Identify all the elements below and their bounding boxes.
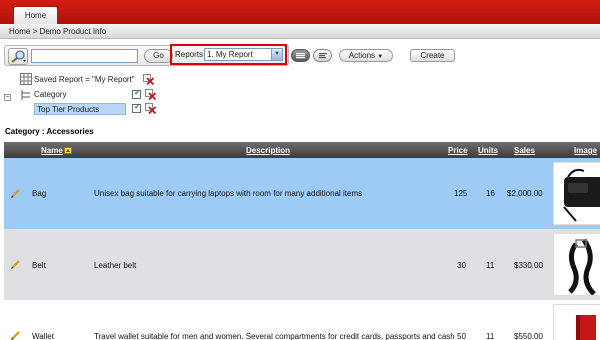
category-filter-label: Category	[34, 90, 67, 99]
cell-sales: $550.00	[514, 332, 543, 340]
cell-description: Travel wallet suitable for men and women…	[94, 332, 455, 340]
cell-name: Bag	[32, 189, 47, 198]
cell-name: Wallet	[32, 332, 54, 340]
go-button[interactable]: Go	[144, 49, 173, 63]
actions-label: Actions	[348, 51, 376, 60]
reports-selector: Reports 1. My Report ▼	[170, 44, 287, 65]
wallet-image	[576, 315, 596, 340]
cell-sales: $2,000.00	[507, 189, 543, 198]
search-input[interactable]	[31, 49, 138, 63]
cell-price: 30	[457, 261, 466, 270]
collapse-toggle[interactable]: −	[4, 94, 11, 101]
column-header-units[interactable]: Units	[478, 146, 498, 155]
top-banner	[0, 0, 600, 24]
reports-selected-value: 1. My Report	[207, 50, 253, 59]
reports-label: Reports	[175, 50, 204, 59]
product-image-belt[interactable]	[553, 233, 600, 296]
reports-select[interactable]: 1. My Report ▼	[204, 48, 283, 61]
column-header-sales[interactable]: Sales	[514, 146, 535, 155]
actions-button[interactable]: Actions ▼	[339, 49, 393, 62]
edit-icon[interactable]	[10, 259, 21, 270]
top-tier-filter-checkbox[interactable]	[132, 102, 141, 113]
column-header-name[interactable]: Name	[41, 146, 72, 155]
product-image-wallet[interactable]	[553, 304, 600, 340]
table-row[interactable]: Bag Unisex bag suitable for carrying lap…	[4, 158, 600, 229]
cell-description: Unisex bag suitable for carrying laptops…	[94, 189, 363, 198]
edit-icon[interactable]	[10, 188, 21, 199]
view-report-button[interactable]	[313, 49, 332, 62]
belt-image	[568, 238, 596, 295]
column-header-description[interactable]: Description	[246, 146, 290, 155]
delete-filter-icon[interactable]	[145, 103, 156, 114]
cell-name: Belt	[32, 261, 46, 270]
cell-price: 50	[457, 332, 466, 340]
column-header-image[interactable]: Image	[574, 146, 597, 155]
table-row[interactable]: Wallet Travel wallet suitable for men an…	[4, 300, 600, 340]
tab-home[interactable]: Home	[13, 6, 58, 24]
actions-chevron-icon: ▼	[377, 54, 384, 60]
column-header-price[interactable]: Price	[448, 146, 468, 155]
grid-icon	[296, 53, 305, 59]
product-image-bag[interactable]	[553, 162, 600, 225]
view-report-icon	[319, 53, 327, 59]
tree-icon	[21, 90, 30, 100]
category-heading: Category : Accessories	[5, 127, 94, 136]
sort-ascending-icon	[63, 147, 72, 155]
report-grid-icon	[20, 73, 32, 85]
category-filter-checkbox[interactable]	[132, 88, 141, 99]
top-tier-filter-label[interactable]: Top Tier Products	[37, 105, 99, 114]
table-header: Name Description Price Units Sales Image	[4, 142, 600, 158]
cell-units: 16	[486, 189, 495, 198]
cell-units: 11	[486, 261, 495, 270]
cell-description: Leather belt	[94, 261, 137, 270]
search-icon	[11, 50, 26, 63]
edit-icon[interactable]	[10, 330, 21, 340]
cell-price: 125	[454, 189, 468, 198]
view-icons-button[interactable]	[291, 49, 310, 62]
search-options-button[interactable]	[8, 48, 28, 65]
delete-filter-icon[interactable]	[145, 89, 156, 100]
cell-units: 11	[486, 332, 495, 340]
table-row[interactable]: Belt Leather belt 30 11 $330.00	[4, 229, 600, 300]
bag-image	[563, 168, 600, 222]
breadcrumb[interactable]: Home > Demo Product Info	[9, 27, 106, 36]
breadcrumb-bar: Home > Demo Product Info	[0, 24, 600, 39]
saved-report-label: Saved Report = "My Report"	[34, 75, 135, 84]
cell-sales: $330.00	[514, 261, 543, 270]
delete-filter-icon[interactable]	[143, 74, 154, 85]
create-button[interactable]: Create	[410, 49, 455, 62]
chevron-down-icon[interactable]: ▼	[271, 49, 282, 60]
